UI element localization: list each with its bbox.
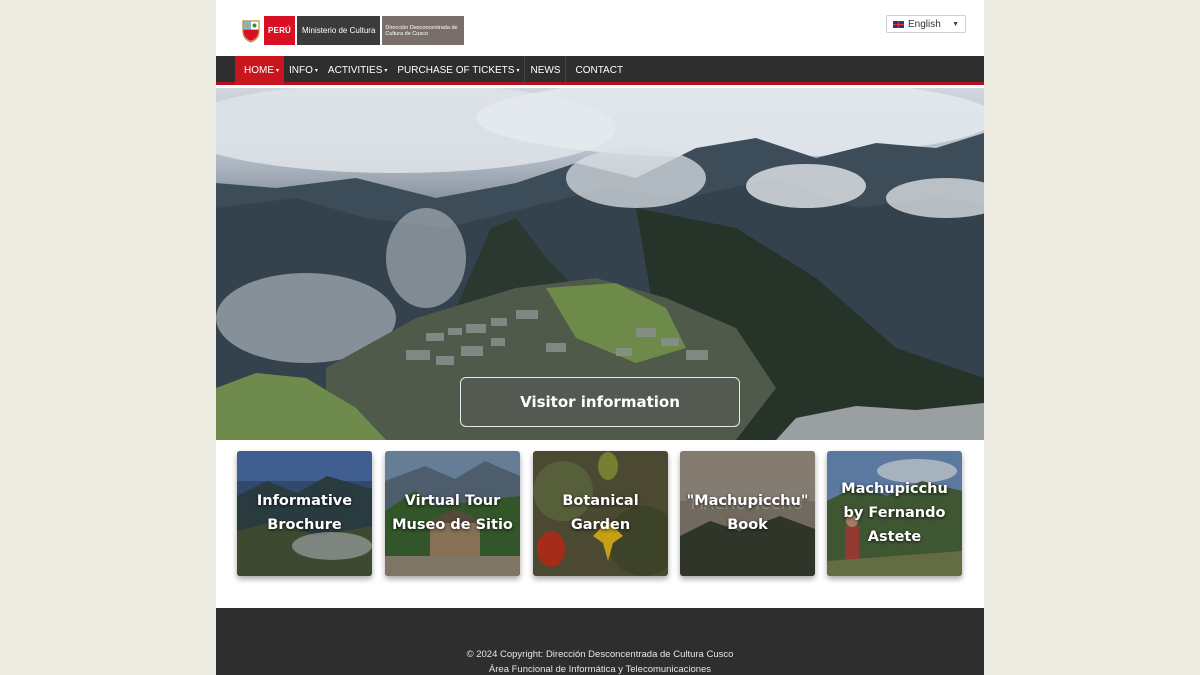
card-machupicchu-fernando-astete[interactable]: Machupicchu by Fernando Astete	[827, 451, 962, 576]
chevron-down-icon: ▾	[384, 68, 388, 74]
card-title: Botanical Garden	[533, 489, 668, 537]
nav-item-activities[interactable]: ACTIVITIES ▾	[323, 56, 392, 85]
nav-item-activities-label: ACTIVITIES	[327, 65, 383, 76]
card-title-line: Book	[727, 517, 768, 533]
nav-item-purchase-tickets[interactable]: PURCHASE OF TICKETS ▾	[392, 56, 524, 85]
card-title-line: Astete	[867, 529, 922, 545]
nav-item-info[interactable]: INFO ▾	[284, 56, 323, 85]
card-title-line: "Machupicchu"	[686, 493, 809, 509]
footer-department: Área Funcional de Informática y Telecomu…	[488, 664, 712, 675]
logo-ministry-text: Ministerio de Cultura	[297, 16, 381, 45]
card-informative-brochure[interactable]: Informative Brochure	[237, 451, 372, 576]
chevron-down-icon: ▾	[276, 68, 280, 74]
visitor-information-button[interactable]: Visitor information	[460, 377, 740, 427]
page-container: PERÚ Ministerio de Cultura Dirección Des…	[216, 0, 984, 675]
card-title-line: Informative	[256, 493, 353, 509]
card-title: Informative Brochure	[237, 489, 372, 537]
hero-banner: Visitor information	[216, 88, 984, 440]
nav-item-purchase-tickets-label: PURCHASE OF TICKETS	[397, 65, 515, 76]
main-navigation: HOME ▾ INFO ▾ ACTIVITIES ▾ PURCHASE OF T…	[216, 56, 984, 85]
nav-item-info-label: INFO	[289, 65, 313, 76]
chevron-down-icon: ▾	[314, 68, 318, 74]
card-title: Machupicchu by Fernando Astete	[827, 477, 962, 549]
card-machupicchu-book[interactable]: MACHUPICCHU "Machupicchu" Book	[680, 451, 815, 576]
card-title-line: Brochure	[267, 517, 342, 533]
nav-item-contact[interactable]: CONTACT	[566, 56, 628, 85]
footer-copyright: © 2024 Copyright: Dirección Desconcentra…	[466, 649, 734, 660]
nav-item-home[interactable]: HOME ▾	[235, 56, 285, 85]
uk-flag-icon	[893, 20, 904, 28]
card-title-line: Machupicchu	[841, 481, 948, 497]
card-title-line: by Fernando	[843, 505, 946, 521]
site-header: PERÚ Ministerio de Cultura Dirección Des…	[216, 0, 984, 56]
dropdown-arrow-icon: ▼	[952, 20, 959, 28]
ministry-logo[interactable]: PERÚ Ministerio de Cultura Dirección Des…	[240, 16, 465, 45]
card-virtual-tour[interactable]: Virtual Tour Museo de Sitio	[385, 451, 520, 576]
site-footer: © 2024 Copyright: Dirección Desconcentra…	[216, 608, 984, 675]
language-select[interactable]: English ▼	[886, 15, 966, 33]
card-title-line: Virtual Tour	[404, 493, 501, 509]
language-selected-label: English	[908, 18, 941, 30]
feature-cards: Informative Brochure Virtual Tour Museo …	[237, 451, 963, 576]
card-title: "Machupicchu" Book	[680, 489, 815, 537]
chevron-down-icon: ▾	[516, 68, 520, 74]
nav-item-home-label: HOME	[244, 65, 274, 76]
card-title-line: Museo de Sitio	[392, 517, 513, 533]
card-title-line: Garden	[570, 517, 631, 533]
logo-peru-text: PERÚ	[264, 16, 296, 45]
card-title-line: Botanical	[562, 493, 639, 509]
coat-of-arms-icon	[240, 16, 262, 45]
nav-item-news-label: NEWS	[530, 65, 561, 76]
logo-office-text: Dirección Desconcentrada de Cultura de C…	[382, 16, 465, 45]
card-botanical-garden[interactable]: Botanical Garden	[533, 451, 668, 576]
nav-item-contact-label: CONTACT	[575, 65, 624, 76]
card-title: Virtual Tour Museo de Sitio	[385, 489, 520, 537]
nav-item-news[interactable]: NEWS	[525, 56, 565, 85]
